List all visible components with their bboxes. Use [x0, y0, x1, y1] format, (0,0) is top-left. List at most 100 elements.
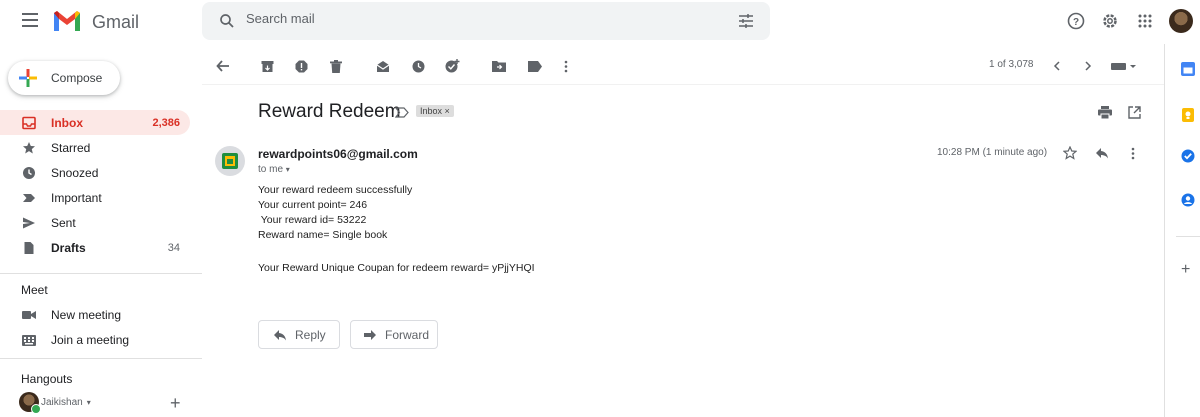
inbox-label-chip[interactable]: Inbox × — [416, 105, 454, 117]
email-body-line: Your reward redeem successfully — [258, 184, 413, 196]
newer-chevron-left-icon[interactable] — [1049, 58, 1065, 74]
star-outline-icon[interactable] — [1062, 145, 1078, 161]
join-meeting-label: Join a meeting — [51, 333, 130, 347]
app-name[interactable]: Gmail — [92, 12, 139, 33]
star-icon — [22, 141, 36, 155]
sidebar-nav: Inbox 2,386 Starred Snoozed Important Se… — [0, 110, 202, 260]
search-input[interactable] — [246, 11, 696, 26]
pagination-count: 1 of 3,078 — [989, 59, 1034, 70]
inbox-unread-count: 2,386 — [152, 116, 180, 129]
compose-plus-icon — [19, 69, 37, 87]
new-meeting-label: New meeting — [51, 308, 122, 322]
clock-icon — [22, 166, 36, 180]
sidebar-item-label: Important — [51, 190, 102, 205]
forward-icon — [364, 329, 376, 340]
hangouts-user-name: Jaikishan — [41, 396, 83, 408]
sidebar-item-sent[interactable]: Sent — [0, 210, 202, 235]
add-to-tasks-icon[interactable] — [444, 58, 460, 74]
sidebar-item-snoozed[interactable]: Snoozed — [0, 160, 202, 185]
report-spam-icon[interactable] — [293, 58, 309, 74]
draft-file-icon — [22, 241, 36, 255]
inbox-icon — [22, 116, 36, 130]
main-menu-icon[interactable] — [22, 13, 38, 27]
move-to-folder-icon[interactable] — [491, 58, 507, 74]
important-icon — [22, 191, 36, 205]
account-avatar[interactable] — [1169, 9, 1193, 33]
keyboard-icon — [22, 333, 36, 347]
keep-notes-icon[interactable] — [1181, 108, 1195, 122]
sender-email[interactable]: rewardpoints06@gmail.com — [258, 147, 418, 161]
email-body-line: Reward name= Single book — [258, 229, 388, 241]
forward-button[interactable]: Forward — [350, 320, 438, 349]
sidebar-divider — [0, 273, 202, 274]
email-body-line: Your current point= 246 — [258, 199, 368, 211]
recipient-label: to me — [258, 164, 284, 175]
top-bar: Gmail ? — [0, 0, 1200, 44]
svg-text:?: ? — [1073, 17, 1079, 28]
email-body-line: Your Reward Unique Coupan for redeem rew… — [258, 262, 535, 274]
settings-gear-icon[interactable] — [1101, 12, 1119, 30]
recipient-details[interactable]: to me ▾ — [258, 164, 290, 175]
sidebar-item-drafts[interactable]: Drafts 34 — [0, 235, 202, 260]
compose-label: Compose — [51, 71, 103, 85]
search-icon[interactable] — [218, 12, 236, 30]
tasks-icon[interactable] — [1181, 149, 1195, 163]
sender-logo-icon — [222, 153, 238, 169]
add-hangout-icon[interactable]: + — [170, 394, 181, 412]
open-in-new-window-icon[interactable] — [1126, 104, 1142, 120]
delete-trash-icon[interactable] — [328, 58, 344, 74]
new-meeting-button[interactable]: New meeting — [22, 305, 121, 325]
sidebar-item-inbox[interactable]: Inbox 2,386 — [0, 110, 190, 135]
chevron-down-icon: ▾ — [86, 397, 91, 407]
label-tag-icon[interactable] — [527, 58, 543, 74]
sender-avatar[interactable] — [215, 146, 245, 176]
join-meeting-button[interactable]: Join a meeting — [22, 330, 129, 350]
snooze-clock-icon[interactable] — [410, 58, 426, 74]
hangouts-user-avatar — [19, 392, 41, 414]
help-icon[interactable]: ? — [1067, 12, 1085, 30]
rail-divider — [1176, 236, 1200, 237]
more-options-vertical-icon[interactable] — [558, 58, 574, 74]
mark-unread-icon[interactable] — [375, 58, 391, 74]
toolbar-divider — [202, 84, 1164, 85]
chevron-down-icon: ▾ — [285, 165, 290, 174]
sidebar-item-label: Starred — [51, 140, 91, 155]
reply-button[interactable]: Reply — [258, 320, 340, 349]
calendar-icon[interactable] — [1181, 62, 1195, 76]
sidebar-divider — [0, 358, 202, 359]
search-bar[interactable] — [202, 2, 770, 40]
more-vertical-icon[interactable] — [1125, 145, 1141, 161]
sidebar-item-label: Sent — [51, 215, 76, 230]
sidebar-item-starred[interactable]: Starred — [0, 135, 202, 160]
gmail-logo-icon[interactable] — [52, 9, 82, 33]
sidebar-item-label: Snoozed — [51, 165, 99, 180]
email-subject: Reward Redeem — [258, 101, 401, 122]
forward-label: Forward — [385, 327, 430, 342]
hangouts-user[interactable]: Jaikishan ▾ — [19, 392, 91, 414]
hangouts-section-title: Hangouts — [21, 372, 73, 386]
older-chevron-right-icon[interactable] — [1080, 58, 1096, 74]
search-options-icon[interactable] — [738, 13, 754, 29]
print-icon[interactable] — [1097, 104, 1113, 120]
sidebar-item-label: Drafts — [51, 240, 86, 255]
sidebar-item-label: Inbox — [51, 115, 83, 130]
reply-icon — [274, 329, 286, 340]
reply-label: Reply — [295, 327, 326, 342]
back-arrow-icon[interactable] — [215, 58, 231, 74]
sidebar-item-important[interactable]: Important — [0, 185, 202, 210]
contacts-icon[interactable] — [1181, 193, 1195, 207]
send-icon — [22, 216, 36, 230]
reply-arrow-icon[interactable] — [1094, 145, 1110, 161]
important-marker-icon[interactable] — [395, 107, 409, 118]
email-timestamp: 10:28 PM (1 minute ago) — [937, 147, 1048, 158]
get-addons-plus-icon[interactable]: + — [1181, 262, 1190, 278]
compose-button[interactable]: Compose — [8, 61, 120, 95]
input-tools-keyboard-icon[interactable] — [1110, 58, 1138, 74]
meet-section-title: Meet — [21, 283, 48, 297]
archive-icon[interactable] — [259, 58, 275, 74]
side-panel-rail — [1164, 44, 1200, 417]
email-body-line: Your reward id= 53222 — [258, 214, 367, 226]
drafts-count: 34 — [167, 241, 180, 254]
apps-grid-icon[interactable] — [1136, 12, 1154, 30]
videocam-icon — [22, 308, 36, 322]
